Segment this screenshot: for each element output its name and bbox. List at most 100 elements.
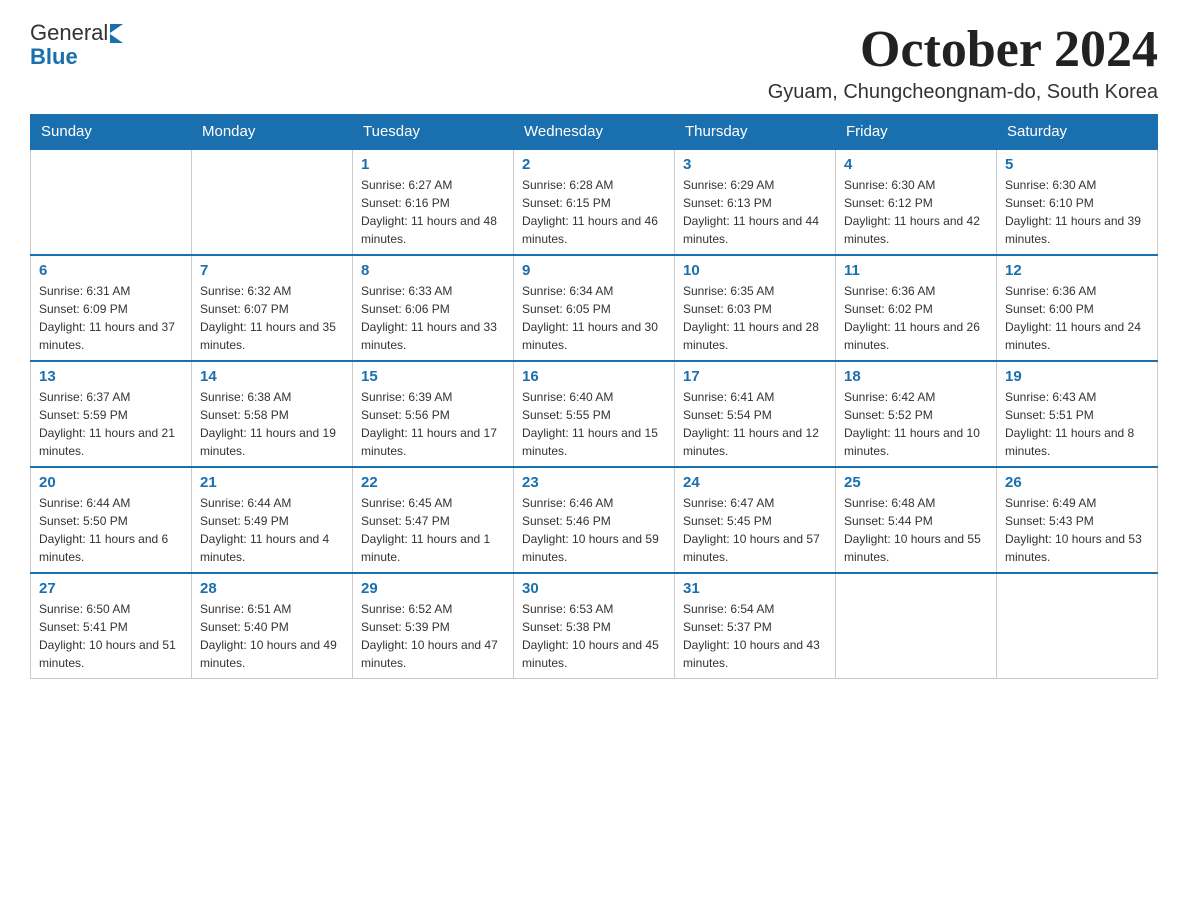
calendar-table: Sunday Monday Tuesday Wednesday Thursday… <box>30 114 1158 679</box>
table-row: 25 Sunrise: 6:48 AMSunset: 5:44 PMDayligh… <box>836 467 997 573</box>
day-info: Sunrise: 6:43 AMSunset: 5:51 PMDaylight:… <box>1005 388 1149 460</box>
header: General Blue October 2024 Gyuam, Chungch… <box>30 20 1158 104</box>
day-info: Sunrise: 6:36 AMSunset: 6:02 PMDaylight:… <box>844 282 988 354</box>
logo: General Blue <box>30 20 123 70</box>
day-number: 13 <box>39 368 183 385</box>
day-info: Sunrise: 6:40 AMSunset: 5:55 PMDaylight:… <box>522 388 666 460</box>
table-row: 3Sunrise: 6:29 AMSunset: 6:13 PMDaylight… <box>675 149 836 255</box>
col-monday: Monday <box>192 115 353 150</box>
day-number: 25 <box>844 474 988 491</box>
day-number: 17 <box>683 368 827 385</box>
calendar-week-row: 1 Sunrise: 6:27 AMSunset: 6:16 PMDaylight… <box>31 149 1158 255</box>
calendar-week-row: 20Sunrise: 6:44 AMSunset: 5:50 PMDayligh… <box>31 467 1158 573</box>
col-tuesday: Tuesday <box>353 115 514 150</box>
table-row: 31Sunrise: 6:54 AMSunset: 5:37 PMDayligh… <box>675 573 836 679</box>
day-info: Sunrise: 6:50 AMSunset: 5:41 PMDaylight:… <box>39 600 183 672</box>
day-number: 30 <box>522 580 666 597</box>
col-friday: Friday <box>836 115 997 150</box>
day-info: Sunrise: 6:31 AMSunset: 6:09 PMDaylight:… <box>39 282 183 354</box>
title-area: October 2024 Gyuam, Chungcheongnam-do, S… <box>768 20 1158 104</box>
day-info: Sunrise: 6:48 AMSunset: 5:44 PMDaylight:… <box>844 494 988 566</box>
table-row: 29Sunrise: 6:52 AMSunset: 5:39 PMDayligh… <box>353 573 514 679</box>
day-info: Sunrise: 6:30 AMSunset: 6:12 PMDaylight:… <box>844 176 988 248</box>
table-row: 22 Sunrise: 6:45 AMSunset: 5:47 PMDayligh… <box>353 467 514 573</box>
day-info: Sunrise: 6:39 AMSunset: 5:56 PMDaylight:… <box>361 388 505 460</box>
table-row <box>192 149 353 255</box>
day-info: Sunrise: 6:53 AMSunset: 5:38 PMDaylight:… <box>522 600 666 672</box>
day-number: 12 <box>1005 262 1149 279</box>
table-row: 17 Sunrise: 6:41 AMSunset: 5:54 PMDayligh… <box>675 361 836 467</box>
table-row <box>997 573 1158 679</box>
day-info: Sunrise: 6:49 AMSunset: 5:43 PMDaylight:… <box>1005 494 1149 566</box>
day-info: Sunrise: 6:32 AMSunset: 6:07 PMDaylight:… <box>200 282 344 354</box>
calendar-week-row: 13 Sunrise: 6:37 AMSunset: 5:59 PMDayligh… <box>31 361 1158 467</box>
table-row: 11 Sunrise: 6:36 AMSunset: 6:02 PMDayligh… <box>836 255 997 361</box>
table-row: 28Sunrise: 6:51 AMSunset: 5:40 PMDayligh… <box>192 573 353 679</box>
day-info: Sunrise: 6:37 AMSunset: 5:59 PMDaylight:… <box>39 388 183 460</box>
day-number: 16 <box>522 368 666 385</box>
day-number: 18 <box>844 368 988 385</box>
day-info: Sunrise: 6:44 AMSunset: 5:49 PMDaylight:… <box>200 494 344 566</box>
calendar-week-row: 6 Sunrise: 6:31 AMSunset: 6:09 PMDaylight… <box>31 255 1158 361</box>
day-info: Sunrise: 6:33 AMSunset: 6:06 PMDaylight:… <box>361 282 505 354</box>
table-row: 9 Sunrise: 6:34 AMSunset: 6:05 PMDaylight… <box>514 255 675 361</box>
table-row: 24 Sunrise: 6:47 AMSunset: 5:45 PMDayligh… <box>675 467 836 573</box>
table-row <box>836 573 997 679</box>
logo-general-text: General <box>30 20 108 46</box>
day-info: Sunrise: 6:34 AMSunset: 6:05 PMDaylight:… <box>522 282 666 354</box>
col-saturday: Saturday <box>997 115 1158 150</box>
day-number: 22 <box>361 474 505 491</box>
day-number: 11 <box>844 262 988 279</box>
day-info: Sunrise: 6:29 AMSunset: 6:13 PMDaylight:… <box>683 176 827 248</box>
day-number: 1 <box>361 156 505 173</box>
day-info: Sunrise: 6:46 AMSunset: 5:46 PMDaylight:… <box>522 494 666 566</box>
day-info: Sunrise: 6:44 AMSunset: 5:50 PMDaylight:… <box>39 494 183 566</box>
day-number: 28 <box>200 580 344 597</box>
calendar-week-row: 27 Sunrise: 6:50 AMSunset: 5:41 PMDayligh… <box>31 573 1158 679</box>
day-number: 6 <box>39 262 183 279</box>
day-info: Sunrise: 6:27 AMSunset: 6:16 PMDaylight:… <box>361 176 505 248</box>
day-number: 7 <box>200 262 344 279</box>
day-number: 24 <box>683 474 827 491</box>
day-number: 19 <box>1005 368 1149 385</box>
table-row: 7 Sunrise: 6:32 AMSunset: 6:07 PMDaylight… <box>192 255 353 361</box>
table-row: 4Sunrise: 6:30 AMSunset: 6:12 PMDaylight… <box>836 149 997 255</box>
day-number: 14 <box>200 368 344 385</box>
main-title: October 2024 <box>768 20 1158 79</box>
day-number: 15 <box>361 368 505 385</box>
day-info: Sunrise: 6:38 AMSunset: 5:58 PMDaylight:… <box>200 388 344 460</box>
col-sunday: Sunday <box>31 115 192 150</box>
subtitle: Gyuam, Chungcheongnam-do, South Korea <box>768 81 1158 104</box>
calendar-header-row: Sunday Monday Tuesday Wednesday Thursday… <box>31 115 1158 150</box>
day-info: Sunrise: 6:45 AMSunset: 5:47 PMDaylight:… <box>361 494 505 566</box>
table-row: 21 Sunrise: 6:44 AMSunset: 5:49 PMDayligh… <box>192 467 353 573</box>
day-info: Sunrise: 6:30 AMSunset: 6:10 PMDaylight:… <box>1005 176 1149 248</box>
day-number: 9 <box>522 262 666 279</box>
table-row: 18 Sunrise: 6:42 AMSunset: 5:52 PMDayligh… <box>836 361 997 467</box>
day-number: 2 <box>522 156 666 173</box>
day-number: 29 <box>361 580 505 597</box>
day-info: Sunrise: 6:41 AMSunset: 5:54 PMDaylight:… <box>683 388 827 460</box>
col-thursday: Thursday <box>675 115 836 150</box>
day-info: Sunrise: 6:35 AMSunset: 6:03 PMDaylight:… <box>683 282 827 354</box>
table-row: 12Sunrise: 6:36 AMSunset: 6:00 PMDayligh… <box>997 255 1158 361</box>
table-row: 19 Sunrise: 6:43 AMSunset: 5:51 PMDayligh… <box>997 361 1158 467</box>
day-number: 27 <box>39 580 183 597</box>
table-row <box>31 149 192 255</box>
table-row: 30 Sunrise: 6:53 AMSunset: 5:38 PMDayligh… <box>514 573 675 679</box>
day-info: Sunrise: 6:42 AMSunset: 5:52 PMDaylight:… <box>844 388 988 460</box>
table-row: 6 Sunrise: 6:31 AMSunset: 6:09 PMDaylight… <box>31 255 192 361</box>
day-number: 10 <box>683 262 827 279</box>
table-row: 23Sunrise: 6:46 AMSunset: 5:46 PMDayligh… <box>514 467 675 573</box>
day-number: 31 <box>683 580 827 597</box>
table-row: 26Sunrise: 6:49 AMSunset: 5:43 PMDayligh… <box>997 467 1158 573</box>
table-row: 8Sunrise: 6:33 AMSunset: 6:06 PMDaylight… <box>353 255 514 361</box>
table-row: 14 Sunrise: 6:38 AMSunset: 5:58 PMDayligh… <box>192 361 353 467</box>
table-row: 1 Sunrise: 6:27 AMSunset: 6:16 PMDaylight… <box>353 149 514 255</box>
day-info: Sunrise: 6:47 AMSunset: 5:45 PMDaylight:… <box>683 494 827 566</box>
day-number: 21 <box>200 474 344 491</box>
col-wednesday: Wednesday <box>514 115 675 150</box>
table-row: 13 Sunrise: 6:37 AMSunset: 5:59 PMDayligh… <box>31 361 192 467</box>
logo-blue-text: Blue <box>30 44 78 70</box>
table-row: 27 Sunrise: 6:50 AMSunset: 5:41 PMDayligh… <box>31 573 192 679</box>
